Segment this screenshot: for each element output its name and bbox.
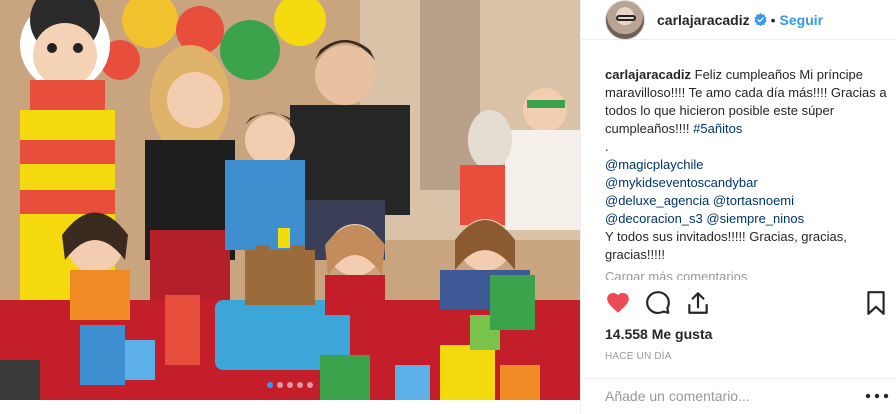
- caption-username[interactable]: carlajaracadiz: [605, 67, 691, 82]
- comment-icon[interactable]: [645, 290, 671, 316]
- heart-icon[interactable]: [605, 290, 631, 316]
- mention-line: @deluxe_agencia @tortasnoemi: [605, 192, 889, 210]
- hashtag-link[interactable]: #5añitos: [693, 121, 742, 136]
- post-timestamp[interactable]: HACE UN DÍA: [605, 351, 672, 362]
- caption-dot: .: [605, 139, 609, 154]
- divider: [581, 378, 896, 379]
- mention-link[interactable]: @tortasnoemi: [713, 193, 794, 208]
- share-icon[interactable]: [685, 290, 711, 316]
- verified-badge-icon: [753, 13, 767, 26]
- carousel-dot[interactable]: [267, 382, 273, 388]
- carousel-dot[interactable]: [287, 382, 293, 388]
- caption-paragraph: carlajaracadiz Feliz cumpleaños Mi prínc…: [605, 66, 889, 138]
- avatar-glasses: [616, 14, 636, 21]
- mention-link[interactable]: @magicplaychile: [605, 156, 889, 174]
- bookmark-icon[interactable]: [863, 290, 889, 316]
- carousel-indicator: [0, 382, 580, 388]
- add-comment-input[interactable]: [605, 388, 865, 404]
- mention-line: @decoracion_s3 @siempre_ninos: [605, 210, 889, 228]
- mention-link[interactable]: @siempre_ninos: [706, 211, 804, 226]
- mention-link[interactable]: @mykidseventoscandybar: [605, 174, 889, 192]
- follow-button[interactable]: Seguir: [780, 12, 824, 28]
- mention-link[interactable]: @decoracion_s3: [605, 211, 703, 226]
- username-link[interactable]: carlajaracadiz: [657, 12, 750, 28]
- post-header: carlajaracadiz • Seguir: [581, 0, 896, 40]
- more-options-icon[interactable]: [865, 393, 889, 399]
- post-photo[interactable]: [0, 0, 580, 400]
- caption-closing: Y todos sus invitados!!!!! Gracias, grac…: [605, 229, 851, 262]
- load-more-comments[interactable]: Cargar más comentarios: [605, 268, 889, 280]
- post-details-panel: carlajaracadiz • Seguir carlajaracadiz F…: [580, 0, 896, 414]
- carousel-dot[interactable]: [297, 382, 303, 388]
- avatar[interactable]: [605, 0, 645, 40]
- likes-count[interactable]: 14.558 Me gusta: [605, 326, 712, 342]
- party-photo-illustration: [0, 0, 580, 400]
- mention-link[interactable]: @deluxe_agencia: [605, 193, 709, 208]
- action-bar: [605, 290, 889, 318]
- caption-block: carlajaracadiz Feliz cumpleaños Mi prínc…: [605, 66, 889, 280]
- separator-dot: •: [770, 11, 776, 28]
- carousel-dot[interactable]: [307, 382, 313, 388]
- carousel-dot[interactable]: [277, 382, 283, 388]
